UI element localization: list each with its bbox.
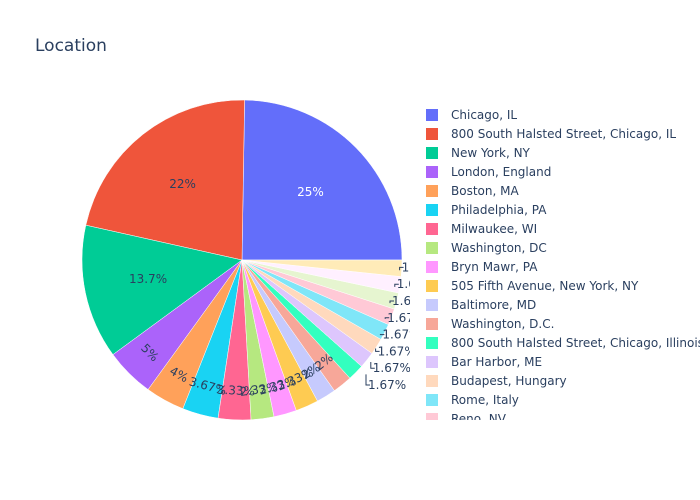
legend-swatch [426, 223, 438, 235]
legend-swatch [426, 394, 438, 406]
legend-swatch [426, 166, 438, 178]
pie-chart: Location 25%22%13.7%5%4%3.67%3.33%2.33%2… [35, 36, 700, 426]
slice-label: 13.7% [129, 272, 167, 286]
legend-label: Washington, DC [451, 241, 547, 255]
legend-swatch [426, 356, 438, 368]
pie-slice[interactable] [241, 99, 403, 261]
legend-label: 800 South Halsted Street, Chicago, IL [451, 127, 676, 141]
legend-swatch [426, 318, 438, 330]
legend-swatch [426, 128, 438, 140]
legend-swatch [426, 185, 438, 197]
legend-swatch [426, 413, 438, 420]
legend-swatch [426, 242, 438, 254]
legend-label: Bryn Mawr, PA [451, 260, 538, 274]
slice-label: 25% [297, 185, 324, 199]
legend-label: 505 Fifth Avenue, New York, NY [451, 279, 639, 293]
legend-label: New York, NY [451, 146, 531, 160]
legend-swatch [426, 147, 438, 159]
legend-swatch [426, 204, 438, 216]
legend-item[interactable]: 800 South Halsted Street, Chicago, IL [426, 127, 676, 141]
legend-swatch [426, 280, 438, 292]
legend: Chicago, IL 800 South Halsted Street, Chi… [410, 100, 700, 426]
legend-label: Bar Harbor, ME [451, 355, 542, 369]
legend-label: London, England [451, 165, 551, 179]
legend-swatch [426, 299, 438, 311]
legend-label: Philadelphia, PA [451, 203, 547, 217]
legend-item[interactable]: 800 South Halsted Street, Chicago, Illin… [426, 336, 700, 350]
legend-swatch [426, 261, 438, 273]
legend-label: Rome, Italy [451, 393, 519, 407]
slice-label: 1.67% [373, 361, 411, 375]
legend-swatch [426, 337, 438, 349]
legend-label: Boston, MA [451, 184, 519, 198]
legend-label: Chicago, IL [451, 108, 517, 122]
legend-label: Baltimore, MD [451, 298, 536, 312]
legend-label: Milwaukee, WI [451, 222, 537, 236]
legend-swatch [426, 109, 438, 121]
legend-label: 800 South Halsted Street, Chicago, Illin… [451, 336, 700, 350]
legend-label: Budapest, Hungary [451, 374, 567, 388]
legend-label: Washington, D.C. [451, 317, 554, 331]
legend-swatch [426, 375, 438, 387]
chart-title: Location [35, 36, 107, 56]
slice-label: 1.67% [368, 378, 406, 392]
legend-item[interactable]: 505 Fifth Avenue, New York, NY [426, 279, 639, 293]
slice-label: 22% [169, 177, 196, 191]
legend-label: Reno, NV [451, 412, 507, 426]
